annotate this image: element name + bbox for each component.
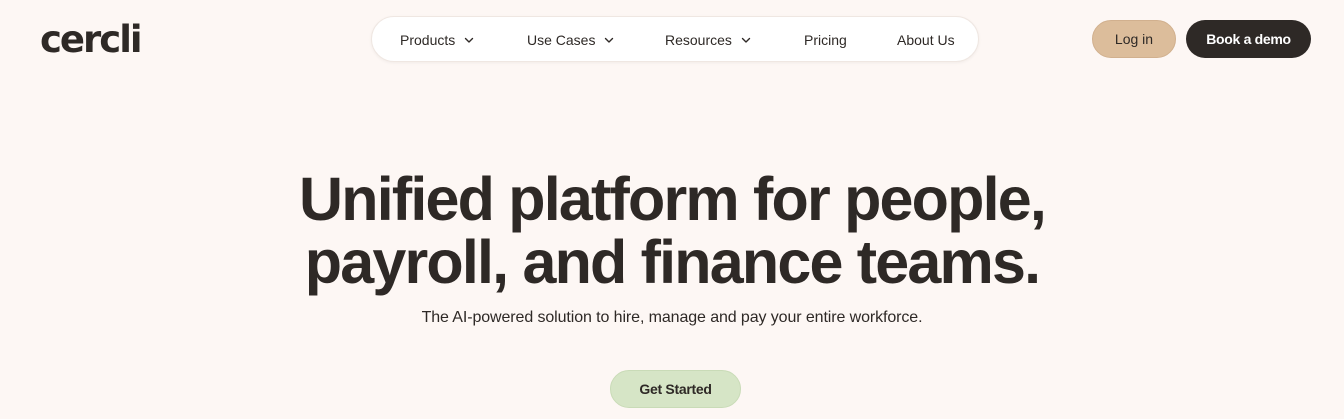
nav-item-label: About Us bbox=[897, 32, 955, 48]
login-button[interactable]: Log in bbox=[1092, 20, 1176, 58]
cercli-logo[interactable]: cercli bbox=[40, 18, 143, 62]
hero-title-line-1: Unified platform for people, bbox=[299, 165, 1047, 233]
get-started-button[interactable]: Get Started bbox=[610, 370, 741, 408]
nav-item-label: Products bbox=[400, 32, 456, 48]
nav-item-pricing[interactable]: Pricing bbox=[804, 17, 847, 63]
nav-item-resources[interactable]: Resources bbox=[665, 17, 752, 63]
book-demo-button[interactable]: Book a demo bbox=[1186, 20, 1311, 58]
hero-subtitle: The AI-powered solution to hire, manage … bbox=[421, 309, 923, 326]
main-nav: Products Use Cases Resources Pricing Abo… bbox=[371, 16, 979, 62]
hero-title-line-2: payroll, and finance teams. bbox=[304, 228, 1041, 296]
chevron-down-icon bbox=[603, 34, 615, 46]
chevron-down-icon bbox=[740, 34, 752, 46]
nav-item-products[interactable]: Products bbox=[400, 17, 475, 63]
chevron-down-icon bbox=[463, 34, 475, 46]
nav-item-label: Use Cases bbox=[527, 32, 596, 48]
nav-item-about-us[interactable]: About Us bbox=[897, 17, 955, 63]
nav-item-label: Resources bbox=[665, 32, 732, 48]
nav-item-label: Pricing bbox=[804, 32, 847, 48]
nav-item-use-cases[interactable]: Use Cases bbox=[527, 17, 615, 63]
hero-title: Unified platform for people, payroll, an… bbox=[0, 168, 1344, 294]
